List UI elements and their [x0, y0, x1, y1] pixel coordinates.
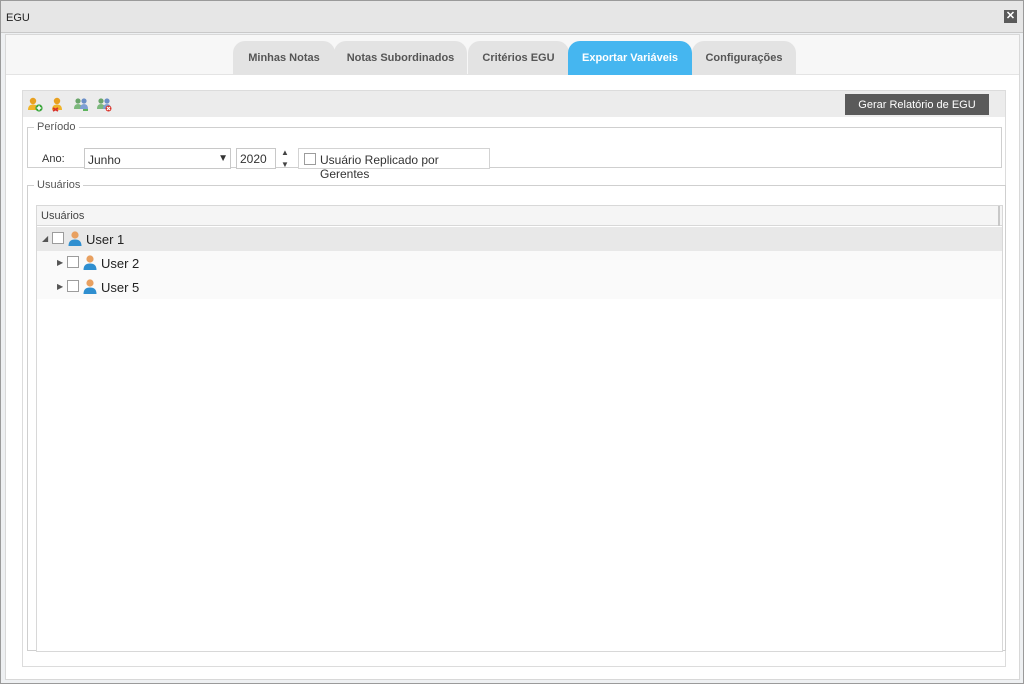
- user-name: User 2: [101, 256, 140, 271]
- tree-row[interactable]: ◢ User 1: [37, 227, 1002, 251]
- spin-up-icon[interactable]: ▲: [277, 147, 293, 158]
- tab-notas-subordinados[interactable]: Notas Subordinados: [334, 41, 467, 75]
- usuarios-group: Usuários Usuários ◢ User 1 ▶ User 2 ▶ Us…: [27, 179, 1006, 652]
- periodo-legend: Período: [37, 121, 76, 133]
- user-name: User 5: [101, 280, 140, 295]
- close-button[interactable]: ✕: [1004, 10, 1017, 23]
- toolbar: Gerar Relatório de EGU: [23, 91, 1005, 117]
- expand-icon[interactable]: ▶: [57, 282, 63, 291]
- year-input[interactable]: [236, 148, 276, 169]
- group-remove-icon[interactable]: [96, 97, 112, 112]
- tab-configuracoes[interactable]: Configurações: [692, 41, 796, 75]
- users-tree: Usuários ◢ User 1 ▶ User 2 ▶ User 5: [36, 205, 1003, 652]
- column-header-label: Usuários: [41, 210, 85, 222]
- collapse-icon[interactable]: ◢: [42, 234, 48, 243]
- replicado-checkbox-field[interactable]: Usuário Replicado por Gerentes: [298, 148, 490, 181]
- expand-icon[interactable]: ▶: [57, 258, 63, 267]
- usuarios-legend: Usuários: [37, 179, 81, 191]
- group-icon[interactable]: [73, 97, 89, 112]
- spin-down-icon[interactable]: ▼: [277, 159, 293, 170]
- title-bar: EGU ✕: [1, 1, 1023, 33]
- remove-user-icon[interactable]: [50, 97, 66, 112]
- row-checkbox[interactable]: [52, 232, 64, 244]
- tree-column-header[interactable]: Usuários: [37, 206, 1002, 226]
- window-content: Minhas Notas Notas Subordinados Critério…: [5, 34, 1020, 680]
- chevron-down-icon: ▼: [218, 153, 228, 164]
- month-select[interactable]: Junho ▼: [84, 148, 231, 169]
- column-resize-handle[interactable]: [998, 206, 1000, 226]
- window-title: EGU: [6, 12, 30, 24]
- export-panel: Gerar Relatório de EGU Período Ano: Junh…: [22, 90, 1006, 667]
- periodo-group: Período Ano: Junho ▼ ▲ ▼ Usuário Replica…: [27, 121, 1002, 181]
- tab-bar: Minhas Notas Notas Subordinados Critério…: [6, 35, 1019, 75]
- gerar-relatorio-button[interactable]: Gerar Relatório de EGU: [845, 94, 989, 115]
- user-name: User 1: [86, 232, 125, 247]
- row-checkbox[interactable]: [67, 280, 79, 292]
- user-icon: [83, 279, 97, 294]
- month-value: Junho: [88, 153, 121, 167]
- year-spinner: ▲ ▼: [277, 147, 293, 170]
- user-icon: [83, 255, 97, 270]
- ano-label: Ano:: [42, 153, 65, 165]
- add-user-icon[interactable]: [27, 97, 43, 112]
- row-checkbox[interactable]: [67, 256, 79, 268]
- egu-window: EGU ✕ Minhas Notas Notas Subordinados Cr…: [0, 0, 1024, 684]
- user-icon: [68, 231, 82, 246]
- tab-criterios-egu[interactable]: Critérios EGU: [468, 41, 569, 75]
- replicado-checkbox[interactable]: [304, 153, 316, 165]
- tree-row[interactable]: ▶ User 2: [37, 251, 1002, 275]
- tab-minhas-notas[interactable]: Minhas Notas: [233, 41, 335, 75]
- replicado-label: Usuário Replicado por Gerentes: [320, 153, 439, 181]
- tree-row[interactable]: ▶ User 5: [37, 275, 1002, 299]
- tab-exportar-variaveis[interactable]: Exportar Variáveis: [568, 41, 692, 75]
